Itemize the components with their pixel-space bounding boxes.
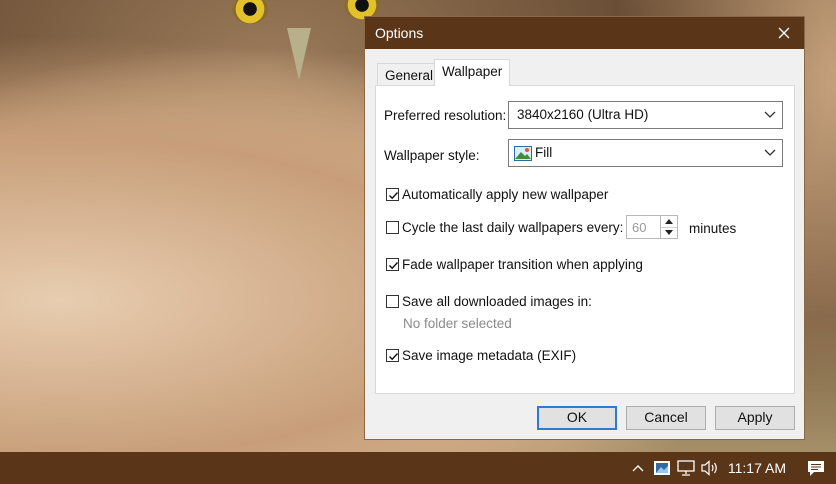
stepper-buttons <box>660 216 677 238</box>
network-tray-button[interactable] <box>674 452 698 484</box>
checkmark-icon <box>389 192 399 200</box>
show-hidden-icons-button[interactable] <box>626 452 650 484</box>
wallpaper-app-icon <box>653 461 670 475</box>
tab-wallpaper[interactable]: Wallpaper <box>434 59 511 86</box>
triangle-down-icon <box>665 230 673 235</box>
volume-icon <box>701 460 717 476</box>
cycle-minutes-value: 60 <box>632 220 647 235</box>
cycle-wallpapers-checkbox[interactable] <box>386 221 399 234</box>
chevron-down-icon <box>764 111 776 118</box>
volume-tray-button[interactable] <box>698 452 722 484</box>
preferred-resolution-value: 3840x2160 (Ultra HD) <box>517 107 649 122</box>
dialog-title: Options <box>375 25 424 41</box>
taskbar-clock[interactable]: 11:17 AM <box>722 460 796 476</box>
cancel-button-label: Cancel <box>644 409 688 425</box>
chevron-down-icon <box>764 149 776 156</box>
apply-button[interactable]: Apply <box>715 406 795 430</box>
wallpaper-style-label: Wallpaper style: <box>384 148 480 163</box>
checkmark-icon <box>389 262 399 270</box>
tab-general-label: General <box>385 68 434 83</box>
save-metadata-checkbox[interactable] <box>386 349 399 362</box>
tab-wallpaper-label: Wallpaper <box>442 64 503 79</box>
ok-button-label: OK <box>566 409 588 425</box>
action-center-button[interactable] <box>796 452 836 484</box>
preferred-resolution-label: Preferred resolution: <box>384 108 507 123</box>
wallpaper-style-value: Fill <box>535 145 553 160</box>
auto-apply-label[interactable]: Automatically apply new wallpaper <box>402 187 608 202</box>
network-icon <box>677 460 695 476</box>
dialog-titlebar[interactable]: Options <box>365 17 804 49</box>
cycle-minutes-stepper[interactable]: 60 <box>626 215 678 239</box>
fade-transition-label[interactable]: Fade wallpaper transition when applying <box>402 257 643 272</box>
preferred-resolution-select[interactable]: 3840x2160 (Ultra HD) <box>508 101 783 129</box>
close-button[interactable] <box>764 17 804 49</box>
apply-button-label: Apply <box>737 409 773 425</box>
system-tray: 11:17 AM <box>626 452 836 484</box>
wallpaper-app-tray-button[interactable] <box>650 452 674 484</box>
taskbar: 11:17 AM <box>0 452 836 484</box>
stepper-down-button[interactable] <box>661 227 677 238</box>
fade-transition-checkbox[interactable] <box>386 258 399 271</box>
auto-apply-checkbox[interactable] <box>386 188 399 201</box>
cycle-unit-label: minutes <box>689 221 737 236</box>
checkmark-icon <box>389 353 399 361</box>
triangle-up-icon <box>665 219 673 224</box>
wallpaper-style-select[interactable]: Fill <box>508 139 783 167</box>
wallpaper-tab-panel: Preferred resolution: 3840x2160 (Ultra H… <box>375 85 795 394</box>
ok-button[interactable]: OK <box>537 406 617 430</box>
tab-general[interactable]: General <box>377 63 442 85</box>
options-dialog: Options General Wallpaper Preferred reso… <box>364 16 805 440</box>
save-metadata-label[interactable]: Save image metadata (EXIF) <box>402 348 576 363</box>
close-icon <box>778 27 790 39</box>
save-images-checkbox[interactable] <box>386 295 399 308</box>
owl-eye-left <box>232 0 268 24</box>
notifications-icon <box>808 460 824 476</box>
cycle-wallpapers-label[interactable]: Cycle the last daily wallpapers every: <box>402 220 623 235</box>
cancel-button[interactable]: Cancel <box>626 406 706 430</box>
save-images-label[interactable]: Save all downloaded images in: <box>402 294 592 309</box>
owl-beak <box>287 28 311 80</box>
chevron-up-icon <box>632 465 644 472</box>
folder-status-text: No folder selected <box>403 316 512 331</box>
picture-icon <box>514 146 532 161</box>
